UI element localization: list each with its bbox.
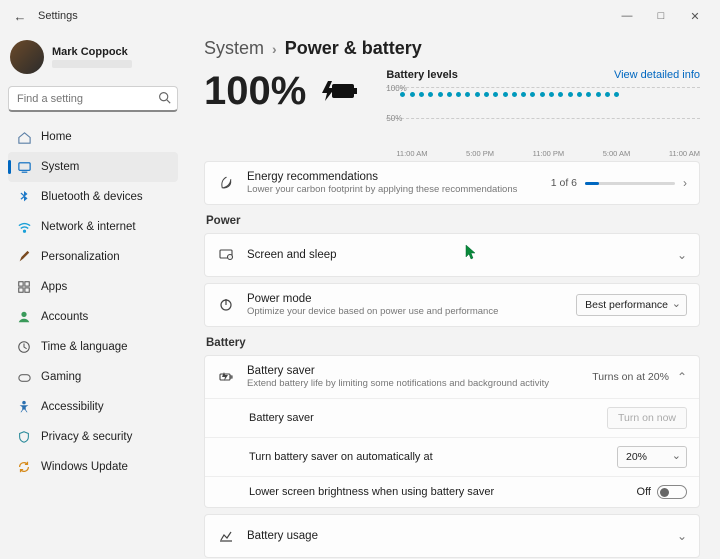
levels-title: Battery levels	[386, 69, 458, 81]
sidebar-item-gaming[interactable]: Gaming	[8, 362, 178, 392]
maximize-button[interactable]: □	[644, 2, 678, 30]
gaming-icon	[16, 369, 32, 385]
brightness-toggle[interactable]	[657, 485, 687, 499]
back-button[interactable]: ←	[8, 9, 32, 24]
close-button[interactable]: ✕	[678, 2, 712, 30]
energy-progress	[585, 182, 675, 185]
sidebar-item-label: Accounts	[41, 311, 88, 323]
battery-icon	[320, 69, 360, 114]
power-mode-select[interactable]: Best performance	[576, 294, 687, 316]
breadcrumb: System › Power & battery	[204, 38, 700, 59]
section-battery: Battery	[206, 337, 700, 349]
title-bar: ← Settings — □ ✕	[0, 0, 720, 32]
chevron-right-icon: ›	[272, 41, 277, 57]
saver-now-row: Battery saver Turn on now	[205, 398, 699, 437]
battery-chart: 100% 50% 11:00 AM 5:00 PM 11:00 PM 5:00 …	[386, 87, 700, 147]
sidebar-item-label: Accessibility	[41, 401, 104, 413]
usage-icon	[217, 528, 235, 544]
sidebar-item-update[interactable]: Windows Update	[8, 452, 178, 482]
section-power: Power	[206, 215, 700, 227]
sidebar-item-label: Personalization	[41, 251, 120, 263]
system-icon	[16, 159, 32, 175]
saver-auto-row: Turn battery saver on automatically at 2…	[205, 437, 699, 476]
accessibility-icon	[16, 399, 32, 415]
sidebar-item-home[interactable]: Home	[8, 122, 178, 152]
sidebar: Mark Coppock Home System Bluetooth & dev…	[0, 32, 186, 559]
home-icon	[16, 129, 32, 145]
chevron-up-icon: ⌃	[677, 370, 687, 384]
profile-name: Mark Coppock	[52, 46, 132, 58]
saver-brightness-row: Lower screen brightness when using batte…	[205, 476, 699, 507]
clock-icon	[16, 339, 32, 355]
profile-sub	[52, 60, 132, 68]
update-icon	[16, 459, 32, 475]
sidebar-item-label: Windows Update	[41, 461, 128, 473]
avatar	[10, 40, 44, 74]
sidebar-item-accessibility[interactable]: Accessibility	[8, 392, 178, 422]
sidebar-item-label: Bluetooth & devices	[41, 191, 143, 203]
search-box[interactable]	[8, 86, 178, 112]
leaf-icon	[217, 175, 235, 192]
sidebar-item-label: Apps	[41, 281, 67, 293]
sidebar-item-label: Privacy & security	[41, 431, 132, 443]
minimize-button[interactable]: —	[610, 2, 644, 30]
energy-desc: Lower your carbon footprint by applying …	[247, 184, 517, 195]
main-content: System › Power & battery 100% Battery le…	[186, 32, 720, 559]
sidebar-item-bluetooth[interactable]: Bluetooth & devices	[8, 182, 178, 212]
sidebar-item-apps[interactable]: Apps	[8, 272, 178, 302]
brush-icon	[16, 249, 32, 265]
sidebar-item-time[interactable]: Time & language	[8, 332, 178, 362]
energy-title: Energy recommendations	[247, 171, 517, 183]
sidebar-item-label: Home	[41, 131, 72, 143]
person-icon	[16, 309, 32, 325]
saver-icon	[217, 369, 235, 385]
power-mode-card[interactable]: Power mode Optimize your device based on…	[204, 283, 700, 327]
search-input[interactable]	[8, 86, 178, 112]
chevron-down-icon: ⌄	[677, 248, 687, 262]
sidebar-item-label: System	[41, 161, 79, 173]
sidebar-item-network[interactable]: Network & internet	[8, 212, 178, 242]
power-icon	[217, 297, 235, 313]
battery-usage-card[interactable]: Battery usage ⌄	[204, 514, 700, 558]
bluetooth-icon	[16, 189, 32, 205]
page-title: Power & battery	[285, 38, 422, 59]
profile[interactable]: Mark Coppock	[8, 36, 178, 84]
sidebar-item-accounts[interactable]: Accounts	[8, 302, 178, 332]
battery-percent: 100%	[204, 69, 360, 114]
battery-saver-header[interactable]: Battery saver Extend battery life by lim…	[205, 356, 699, 398]
energy-count: 1 of 6	[551, 177, 577, 189]
search-icon	[158, 91, 171, 107]
sidebar-item-label: Gaming	[41, 371, 81, 383]
sidebar-item-system[interactable]: System	[8, 152, 178, 182]
chevron-down-icon: ⌄	[677, 529, 687, 543]
apps-icon	[16, 279, 32, 295]
screen-icon	[217, 247, 235, 263]
sidebar-item-label: Network & internet	[41, 221, 136, 233]
shield-icon	[16, 429, 32, 445]
window-title: Settings	[38, 10, 78, 22]
energy-card[interactable]: Energy recommendations Lower your carbon…	[204, 161, 700, 205]
saver-threshold-select[interactable]: 20%	[617, 446, 687, 468]
wifi-icon	[16, 219, 32, 235]
sidebar-item-personalization[interactable]: Personalization	[8, 242, 178, 272]
view-detail-link[interactable]: View detailed info	[614, 69, 700, 81]
turn-on-now-button: Turn on now	[607, 407, 687, 429]
sidebar-item-label: Time & language	[41, 341, 128, 353]
chevron-right-icon: ›	[683, 176, 687, 190]
sidebar-item-privacy[interactable]: Privacy & security	[8, 422, 178, 452]
breadcrumb-root[interactable]: System	[204, 38, 264, 59]
screen-sleep-card[interactable]: Screen and sleep ⌄	[204, 233, 700, 277]
battery-saver-card: Battery saver Extend battery life by lim…	[204, 355, 700, 508]
